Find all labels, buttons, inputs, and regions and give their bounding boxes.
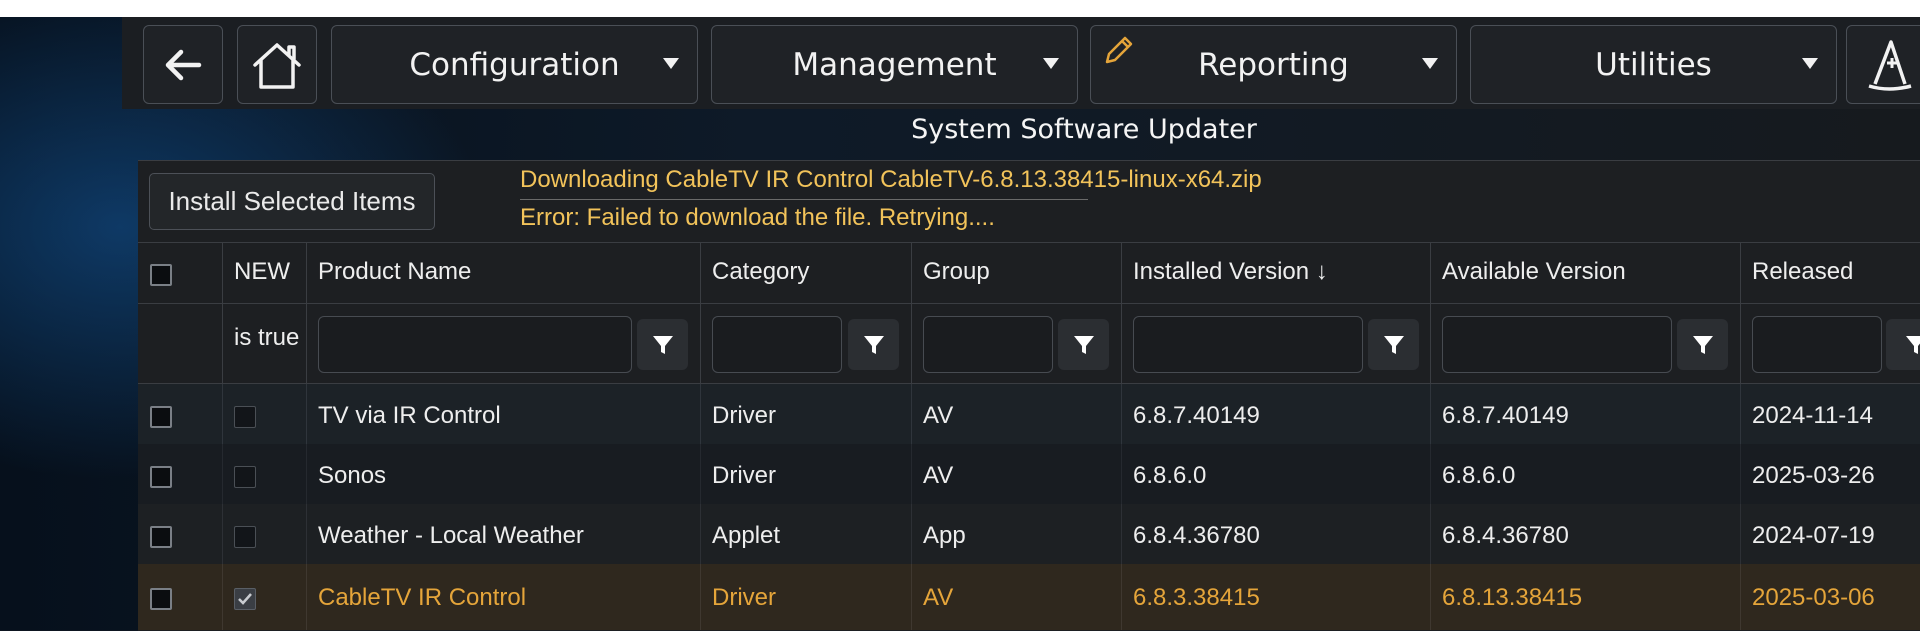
menu-configuration-label: Configuration [409, 46, 620, 83]
menu-reporting-label: Reporting [1198, 46, 1349, 83]
chevron-down-icon [663, 58, 679, 69]
installed-filter-button[interactable] [1368, 319, 1419, 370]
menu-utilities-label: Utilities [1595, 46, 1712, 83]
column-header-released[interactable]: Released [1752, 258, 1853, 286]
chevron-down-icon [1802, 58, 1818, 69]
chevron-down-icon [1043, 58, 1059, 69]
column-header-new[interactable]: NEW [234, 258, 290, 286]
back-arrow-icon [165, 49, 202, 80]
filter-icon [1906, 335, 1920, 354]
category-filter-button[interactable] [848, 319, 899, 370]
column-header-installed[interactable]: Installed Version ↓ [1133, 258, 1328, 286]
column-header-group[interactable]: Group [923, 258, 990, 286]
wizard-hat-icon [1868, 39, 1912, 91]
filter-icon [1073, 335, 1094, 354]
wizard-button[interactable] [1846, 25, 1920, 104]
cell-category: Driver [712, 402, 776, 429]
cell-released: 2024-11-14 [1752, 402, 1873, 429]
row-select-checkbox[interactable] [150, 406, 172, 428]
available-filter-input[interactable] [1442, 316, 1672, 373]
menu-management-label: Management [792, 46, 997, 83]
column-header-product[interactable]: Product Name [318, 258, 471, 286]
filter-icon [1692, 335, 1713, 354]
table-row-highlighted[interactable]: CableTV IR Control Driver AV 6.8.3.38415… [138, 564, 1920, 630]
cell-product: Weather - Local Weather [318, 522, 584, 549]
checkmark-icon [238, 593, 252, 605]
cell-released: 2024-07-19 [1752, 522, 1875, 549]
menu-utilities[interactable]: Utilities [1470, 25, 1837, 104]
row-new-checkbox [234, 406, 256, 428]
page-title: System Software Updater [911, 114, 1257, 145]
grid-line [138, 303, 1920, 304]
available-filter-button[interactable] [1677, 319, 1728, 370]
product-filter-input[interactable] [318, 316, 632, 373]
cell-product: TV via IR Control [318, 402, 501, 429]
back-button[interactable] [143, 25, 223, 104]
released-filter-input[interactable] [1752, 316, 1882, 373]
chevron-down-icon [1422, 58, 1438, 69]
menu-management[interactable]: Management [711, 25, 1078, 104]
table-row[interactable]: Weather - Local Weather Applet App 6.8.4… [138, 504, 1920, 564]
row-new-checkbox [234, 526, 256, 548]
row-select-checkbox[interactable] [150, 526, 172, 548]
menu-reporting[interactable]: Reporting [1090, 25, 1457, 104]
row-new-checkbox [234, 466, 256, 488]
row-new-checkbox-checked [234, 588, 256, 610]
row-select-checkbox[interactable] [150, 466, 172, 488]
filter-icon [863, 335, 884, 354]
install-selected-button[interactable]: Install Selected Items [149, 173, 435, 230]
cell-category: Driver [712, 584, 776, 611]
grid-line [138, 242, 1920, 243]
cell-released: 2025-03-26 [1752, 462, 1875, 489]
cell-released: 2025-03-06 [1752, 584, 1875, 611]
cell-installed: 6.8.4.36780 [1133, 522, 1260, 549]
status-underline [520, 199, 1088, 200]
group-filter-button[interactable] [1058, 319, 1109, 370]
pencil-icon [1105, 36, 1133, 64]
category-filter-input[interactable] [712, 316, 842, 373]
filter-icon [1383, 335, 1404, 354]
status-error: Error: Failed to download the file. Retr… [520, 204, 995, 231]
cell-installed: 6.8.6.0 [1133, 462, 1207, 489]
status-downloading: Downloading CableTV IR Control CableTV-6… [520, 166, 1262, 193]
cell-available: 6.8.7.40149 [1442, 402, 1569, 429]
new-filter-value[interactable]: is true [234, 324, 299, 352]
cell-available: 6.8.6.0 [1442, 462, 1516, 489]
home-button[interactable] [237, 25, 317, 104]
cell-group: App [923, 522, 966, 549]
row-select-checkbox[interactable] [150, 588, 172, 610]
group-filter-input[interactable] [923, 316, 1053, 373]
menu-configuration[interactable]: Configuration [331, 25, 698, 104]
cell-category: Driver [712, 462, 776, 489]
product-filter-button[interactable] [637, 319, 688, 370]
table-row[interactable]: Sonos Driver AV 6.8.6.0 6.8.6.0 2025-03-… [138, 444, 1920, 504]
column-header-available[interactable]: Available Version [1442, 258, 1626, 286]
installed-filter-input[interactable] [1133, 316, 1363, 373]
cell-available: 6.8.13.38415 [1442, 584, 1583, 611]
cell-group: AV [923, 584, 954, 611]
cell-product: Sonos [318, 462, 387, 489]
sort-indicator: ↓ [1315, 258, 1328, 285]
column-header-installed-label: Installed Version [1133, 258, 1310, 285]
cell-available: 6.8.4.36780 [1442, 522, 1569, 549]
top-strip [0, 0, 1920, 17]
cell-category: Applet [712, 522, 781, 549]
cell-group: AV [923, 462, 954, 489]
select-all-checkbox[interactable] [150, 264, 172, 286]
released-filter-button[interactable] [1886, 319, 1920, 370]
column-header-category[interactable]: Category [712, 258, 809, 286]
table-row[interactable]: TV via IR Control Driver AV 6.8.7.40149 … [138, 384, 1920, 444]
cell-product: CableTV IR Control [318, 584, 527, 611]
filter-icon [652, 335, 673, 354]
cell-group: AV [923, 402, 954, 429]
home-icon [253, 42, 301, 89]
cell-installed: 6.8.3.38415 [1133, 584, 1260, 611]
cell-installed: 6.8.7.40149 [1133, 402, 1260, 429]
